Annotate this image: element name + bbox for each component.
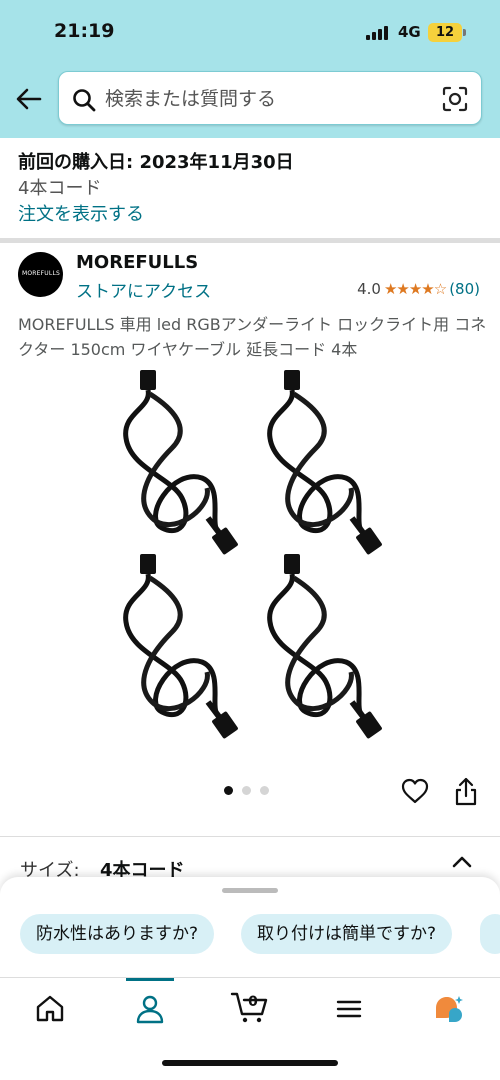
review-count: (80)	[449, 280, 480, 298]
cable-image	[267, 554, 382, 739]
brand-logo[interactable]: MOREFULLS	[18, 252, 63, 297]
share-icon[interactable]	[451, 776, 481, 808]
suggestion-chip[interactable]: 取り付けは簡単ですか?	[241, 914, 453, 954]
suggestion-chip[interactable]: 防水性はありますか?	[20, 914, 215, 954]
heart-icon[interactable]	[400, 776, 430, 806]
signal-icon	[366, 26, 390, 40]
status-time: 21:19	[54, 20, 115, 42]
rating-summary[interactable]: 4.0 ★★★★☆ (80)	[357, 280, 480, 298]
status-bar: 21:19 4G 12	[0, 0, 500, 60]
camera-lens-icon[interactable]	[441, 85, 469, 113]
question-sheet: 防水性はありますか? 取り付けは簡単ですか?	[0, 877, 500, 977]
rating-value: 4.0	[357, 280, 381, 298]
section-divider	[0, 238, 500, 243]
rating-stars-icon: ★★★★☆	[383, 280, 447, 298]
brand-name: MOREFULLS	[76, 252, 199, 273]
product-title: MOREFULLS 車用 led RGBアンダーライト ロックライト用 コネクタ…	[18, 315, 487, 359]
menu-icon[interactable]	[332, 992, 366, 1026]
account-icon[interactable]	[133, 992, 167, 1026]
network-type: 4G	[398, 23, 421, 41]
sheet-drag-handle[interactable]	[222, 888, 278, 893]
previous-purchase-box: 前回の購入日: 2023年11月30日 4本コード 注文を表示する	[0, 138, 500, 238]
previous-purchase-date: 前回の購入日: 2023年11月30日	[18, 152, 294, 173]
cart-count: 0	[248, 994, 258, 1010]
cart-icon[interactable]: 0	[230, 988, 270, 1024]
purchased-variant: 4本コード	[18, 178, 102, 199]
product-image[interactable]	[0, 362, 500, 772]
visit-store-link[interactable]: ストアにアクセス	[76, 277, 211, 302]
home-indicator	[162, 1060, 338, 1066]
back-arrow-icon[interactable]	[12, 82, 46, 116]
search-icon	[73, 89, 96, 112]
brand-logo-text: MOREFULLS	[22, 270, 60, 277]
header: 21:19 4G 12	[0, 0, 500, 138]
page-dot[interactable]	[260, 786, 269, 795]
suggestion-chip-overflow[interactable]	[480, 914, 500, 954]
search-bar[interactable]	[58, 71, 482, 125]
image-pagination[interactable]	[224, 786, 269, 795]
battery-icon: 12	[428, 23, 462, 42]
battery-tip	[463, 29, 466, 36]
cable-image	[123, 554, 238, 739]
home-icon[interactable]	[33, 992, 67, 1026]
cable-image	[267, 370, 382, 555]
page-dot-active[interactable]	[224, 786, 233, 795]
page-dot[interactable]	[242, 786, 251, 795]
view-order-link[interactable]: 注文を表示する	[18, 200, 144, 226]
cable-image	[123, 370, 238, 555]
divider	[0, 836, 500, 837]
chevron-up-icon[interactable]	[451, 854, 473, 870]
rufus-assistant-icon[interactable]	[432, 992, 466, 1026]
search-input[interactable]	[105, 83, 435, 115]
active-tab-indicator	[126, 978, 174, 981]
